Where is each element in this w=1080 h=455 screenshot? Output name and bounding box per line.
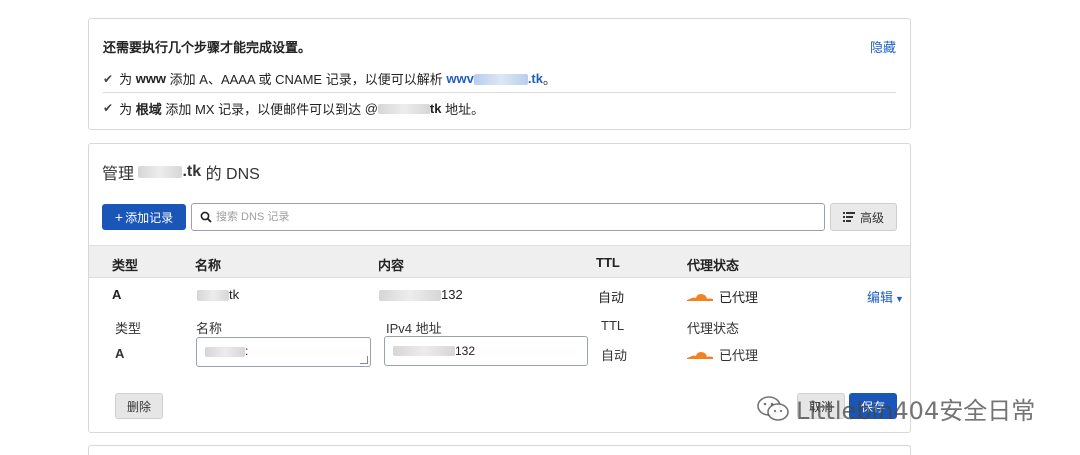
record-content: 132 [379,287,463,302]
save-button[interactable]: 保存 [849,393,897,419]
search-box[interactable] [191,203,825,231]
column-ttl: TTL [596,255,620,270]
form-proxy-label: 代理状态 [687,321,740,336]
ipv4-field[interactable]: 132 [384,336,588,366]
cancel-button[interactable]: 取消 [797,393,845,419]
form-ttl-label: TTL [601,318,625,333]
record-name: tk [197,287,239,302]
blurred-domain [138,166,183,178]
column-type: 类型 [112,258,139,273]
table-row[interactable]: A tk 132 自动 已代理 编辑 ▼ [89,279,910,309]
setup-steps-card: 还需要执行几个步骤才能完成设置。 隐藏 ✔ 为 www 添加 A、AAAA 或 … [88,18,911,130]
domain-link[interactable]: wwv .tk [446,71,543,86]
checkmark-icon: ✔ [103,101,114,115]
form-type-label: 类型 [115,321,142,336]
advanced-button[interactable]: 高级 [830,203,897,231]
form-type-value[interactable]: A [115,346,124,361]
search-icon [200,211,212,223]
item-text: 添加 A、AAAA 或 CNAME 记录，以便可以解析 [169,72,443,87]
orange-cloud-icon [687,293,713,301]
item-prefix: 为 [119,101,133,117]
add-record-button[interactable]: + 添加记录 [102,204,186,230]
record-proxy-status: 已代理 [687,287,758,306]
search-input[interactable] [216,211,796,223]
item-suffix: 地址。 [445,101,485,117]
dns-management-card: 管理 .tk 的 DNS + 添加记录 高级 类型 名称 内容 TTL 代理状态… [88,143,911,433]
filter-list-icon [842,212,855,222]
name-field[interactable]: : [196,337,371,367]
item-text: 添加 MX 记录，以便邮件可以到达 [165,101,362,117]
mail-address: @ tk [364,100,442,116]
title-domain: .tk [182,163,202,180]
title-suffix: 的 DNS [205,166,260,183]
form-content-label: IPv4 地址 [386,321,442,336]
plus-icon: + [114,209,124,225]
record-type: A [112,287,122,302]
form-name-label: 名称 [196,321,223,336]
column-content: 内容 [378,258,405,273]
delete-button[interactable]: 删除 [115,393,163,419]
next-card [88,445,911,455]
dns-title: 管理 .tk 的 DNS [102,160,260,184]
column-name: 名称 [195,258,222,273]
column-proxy-status: 代理状态 [687,258,740,273]
form-proxy-toggle[interactable]: 已代理 [687,345,758,364]
checkmark-icon: ✔ [103,71,114,86]
form-ttl-value[interactable]: 自动 [601,345,627,364]
orange-cloud-icon [687,351,713,359]
setup-title: 还需要执行几个步骤才能完成设置。 [103,40,312,55]
record-ttl: 自动 [598,290,625,305]
caret-down-icon: ▼ [895,294,904,304]
setup-item-www: ✔ 为 www 添加 A、AAAA 或 CNAME 记录，以便可以解析 wwv.… [103,65,896,93]
root-domain-label: 根域 [135,101,162,117]
item-prefix: 为 [119,72,133,87]
edit-link[interactable]: 编辑 ▼ [867,287,904,306]
item-suffix: 。 [542,72,556,87]
hide-link[interactable]: 隐藏 [870,37,896,56]
table-header: 类型 名称 内容 TTL 代理状态 [89,245,910,278]
title-prefix: 管理 [102,166,135,183]
www-label: www [135,71,167,86]
setup-item-mx: ✔ 为 根域 添加 MX 记录，以便邮件可以到达 @ tk 地址。 [103,94,896,122]
resize-handle-icon[interactable] [360,356,368,364]
